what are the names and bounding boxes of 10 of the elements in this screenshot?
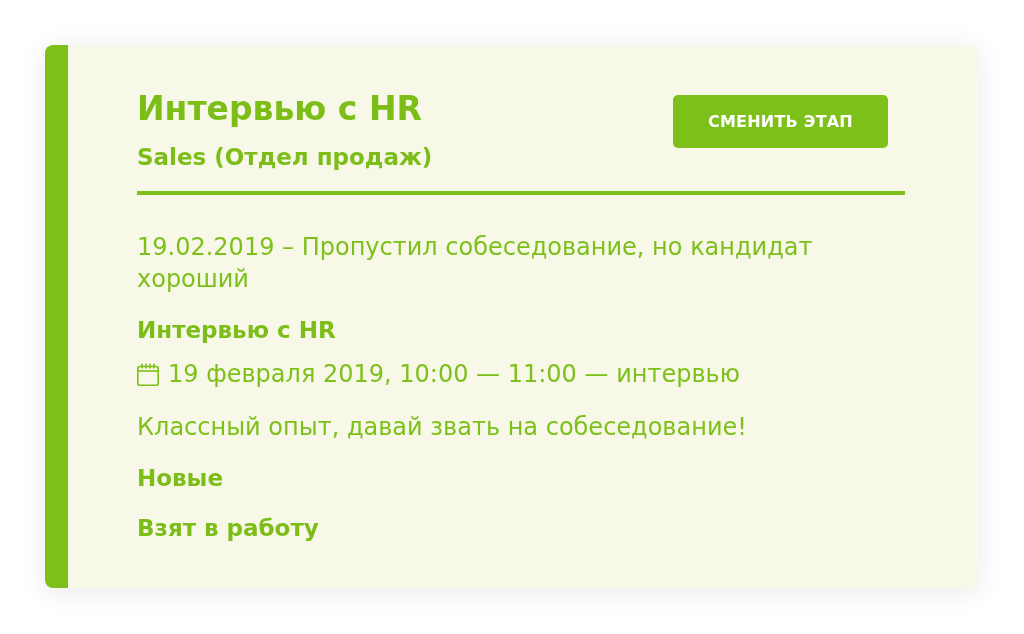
note-text: 19.02.2019 – Пропустил собеседование, но кандидат хороший: [137, 232, 814, 295]
stage-heading: Взят в работу: [137, 514, 320, 543]
stage-heading: Интервью с HR: [137, 316, 337, 345]
stage-title: Интервью с HR: [137, 88, 423, 130]
stage-heading: Новые: [137, 464, 224, 493]
department-label: Sales (Отдел продаж): [137, 143, 433, 172]
event-text: 19 февраля 2019, 10:00 — 11:00 — интервью: [168, 359, 740, 389]
calendar-icon: [137, 362, 159, 386]
change-stage-button[interactable]: СМЕНИТЬ ЭТАП: [673, 95, 888, 148]
note-text: Классный опыт, давай звать на собеседование!: [137, 412, 748, 443]
